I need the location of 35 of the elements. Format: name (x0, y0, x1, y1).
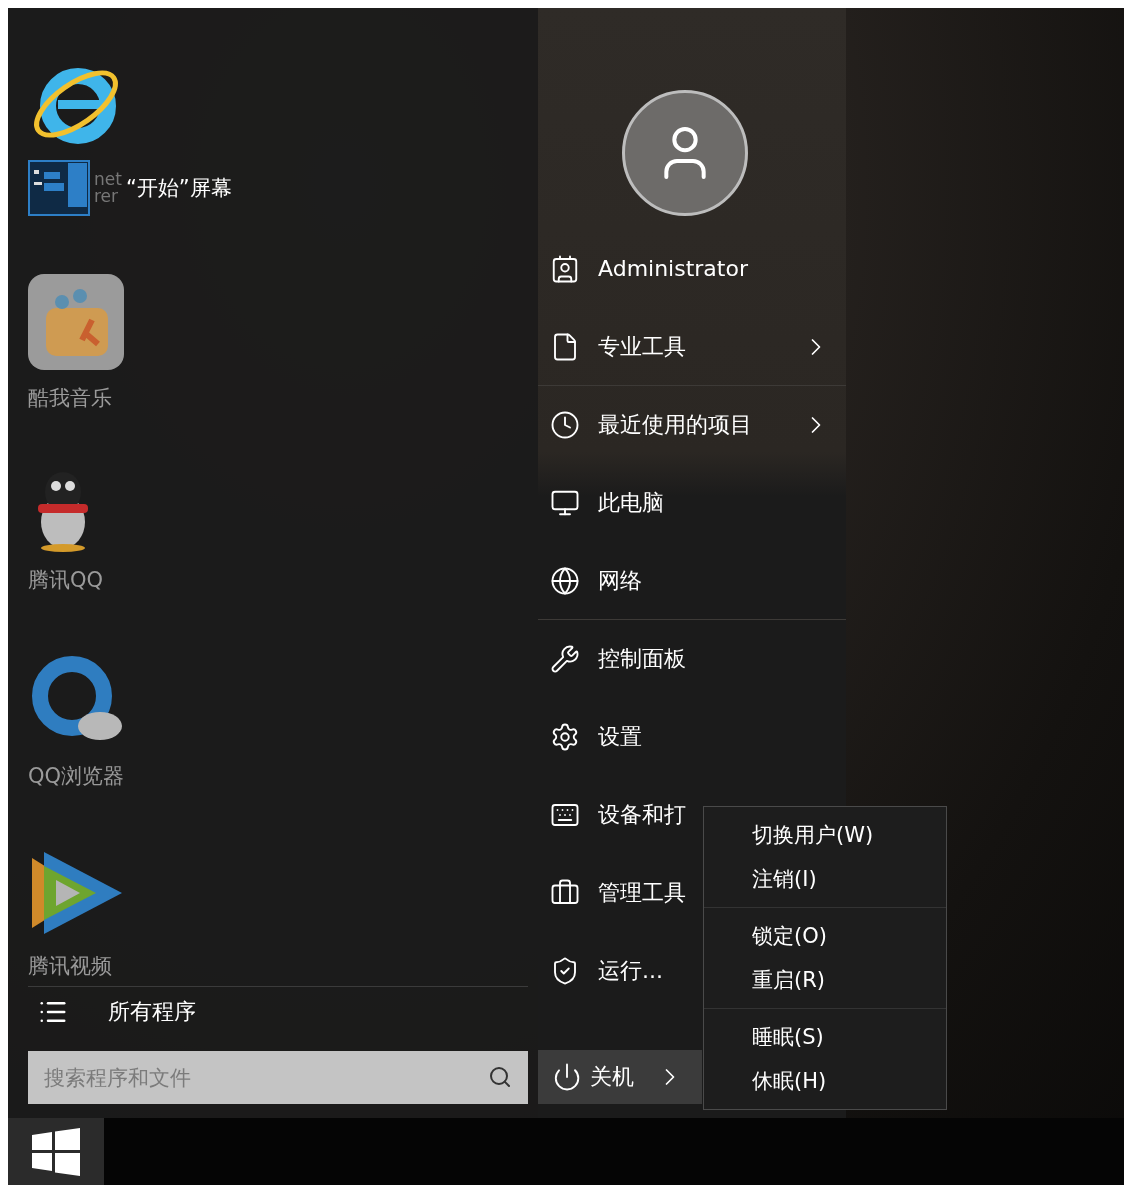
app-label[interactable]: 酷我音乐 (28, 384, 112, 412)
menu-item[interactable]: 此电脑 (538, 464, 846, 542)
music-box-icon[interactable] (28, 274, 124, 370)
windows-logo-icon (32, 1127, 80, 1176)
app-label[interactable]: 腾讯视频 (28, 952, 112, 980)
power-menu-item[interactable]: 锁定(O) (704, 914, 946, 958)
settings-icon (550, 721, 580, 752)
menu-item[interactable]: Administrator (538, 230, 846, 308)
app-label[interactable]: 腾讯QQ (28, 566, 104, 594)
menu-item[interactable]: 网络 (538, 542, 846, 620)
start-screen-icon[interactable] (28, 160, 90, 216)
power-menu-item[interactable]: 注销(I) (704, 857, 946, 901)
app-label-fragment: net (94, 171, 122, 188)
start-screen-link[interactable]: “开始”屏幕 (125, 174, 232, 202)
app-label[interactable]: QQ浏览器 (28, 762, 125, 790)
search-icon (488, 1065, 512, 1089)
shutdown-button[interactable]: 关机 (538, 1050, 702, 1104)
clock-icon (550, 409, 580, 440)
start-button[interactable] (8, 1118, 104, 1185)
search-field[interactable]: 搜索程序和文件 (28, 1051, 528, 1104)
menu-item[interactable]: 设置 (538, 698, 846, 776)
power-menu-item[interactable]: 睡眠(S) (704, 1015, 946, 1059)
all-programs-item[interactable]: 所有程序 (28, 986, 528, 1037)
menu-item[interactable]: 控制面板 (538, 620, 846, 698)
menu-item[interactable]: 专业工具 (538, 308, 846, 386)
menu-item[interactable]: 最近使用的项目 (538, 386, 846, 464)
power-icon (552, 1062, 582, 1092)
power-menu-item[interactable]: 切换用户(W) (704, 813, 946, 857)
wrench-icon (550, 643, 580, 674)
power-menu-item[interactable]: 重启(R) (704, 958, 946, 1002)
all-programs-label[interactable]: 所有程序 (108, 997, 196, 1027)
globe-icon (550, 565, 580, 596)
power-menu-item[interactable]: 休眠(H) (704, 1059, 946, 1103)
app-label-fragment: rer (94, 188, 120, 205)
contact-card-icon (550, 253, 580, 284)
